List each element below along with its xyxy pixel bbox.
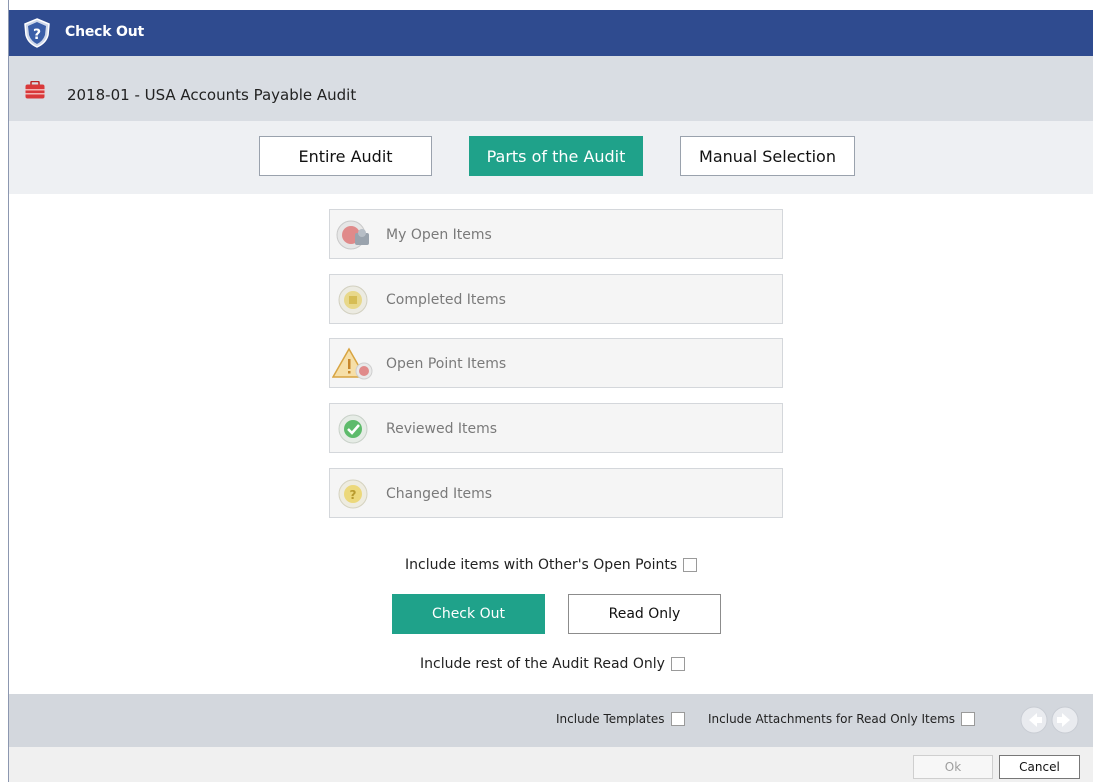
open-point-items-label: Open Point Items bbox=[386, 356, 507, 372]
include-rest-read-only-option: Include rest of the Audit Read Only bbox=[420, 656, 685, 672]
ok-button[interactable]: Ok bbox=[913, 755, 993, 779]
completed-items-label: Completed Items bbox=[386, 292, 506, 308]
include-templates-checkbox[interactable] bbox=[670, 712, 685, 726]
changed-items-label: Changed Items bbox=[386, 486, 493, 502]
check-out-button[interactable]: Check Out bbox=[392, 594, 545, 634]
tab-manual-selection[interactable]: Manual Selection bbox=[680, 136, 855, 176]
include-templates-option: Include Templates bbox=[556, 712, 685, 726]
help-shield-icon[interactable]: ? bbox=[22, 18, 52, 48]
reviewed-items-label: Reviewed Items bbox=[386, 421, 498, 437]
include-others-open-points-label: Include items with Other's Open Points bbox=[405, 557, 678, 573]
window-title: Check Out bbox=[65, 24, 144, 40]
my-open-items-button[interactable]: My Open Items bbox=[329, 209, 783, 259]
audit-header: 2018-01 - USA Accounts Payable Audit bbox=[9, 56, 1093, 121]
changed-items-icon: ? bbox=[338, 479, 368, 509]
read-only-button[interactable]: Read Only bbox=[568, 594, 721, 634]
include-attachments-checkbox[interactable] bbox=[961, 712, 976, 726]
forward-arrow-icon[interactable] bbox=[1051, 706, 1079, 734]
my-open-items-label: My Open Items bbox=[386, 227, 492, 243]
include-others-open-points-checkbox[interactable] bbox=[683, 558, 698, 572]
include-attachments-label: Include Attachments for Read Only Items bbox=[708, 712, 956, 726]
my-open-items-icon bbox=[336, 220, 369, 250]
include-rest-read-only-checkbox[interactable] bbox=[670, 657, 685, 671]
svg-text:?: ? bbox=[33, 27, 41, 43]
reviewed-items-button[interactable]: Reviewed Items bbox=[329, 403, 783, 453]
tab-entire-audit[interactable]: Entire Audit bbox=[259, 136, 432, 176]
include-templates-label: Include Templates bbox=[556, 712, 665, 726]
completed-items-button[interactable]: Completed Items bbox=[329, 274, 783, 324]
window-left-edge bbox=[0, 0, 8, 782]
completed-items-icon bbox=[338, 285, 368, 315]
open-point-items-button[interactable]: Open Point Items bbox=[329, 338, 783, 388]
include-rest-read-only-label: Include rest of the Audit Read Only bbox=[420, 656, 665, 672]
cancel-button[interactable]: Cancel bbox=[999, 755, 1080, 779]
include-others-open-points-option: Include items with Other's Open Points bbox=[405, 557, 698, 573]
audit-name: 2018-01 - USA Accounts Payable Audit bbox=[67, 86, 357, 104]
include-attachments-option: Include Attachments for Read Only Items bbox=[708, 712, 976, 726]
tab-parts-of-the-audit[interactable]: Parts of the Audit bbox=[469, 136, 643, 176]
briefcase-icon bbox=[25, 81, 45, 99]
back-arrow-icon[interactable] bbox=[1020, 706, 1048, 734]
svg-text:?: ? bbox=[350, 488, 357, 502]
title-bar: ? Check Out bbox=[9, 10, 1093, 56]
mode-tab-bar: Entire Audit Parts of the Audit Manual S… bbox=[9, 121, 1093, 194]
reviewed-check-icon bbox=[338, 414, 368, 444]
changed-items-button[interactable]: ? Changed Items bbox=[329, 468, 783, 518]
open-point-warning-icon bbox=[332, 347, 373, 380]
